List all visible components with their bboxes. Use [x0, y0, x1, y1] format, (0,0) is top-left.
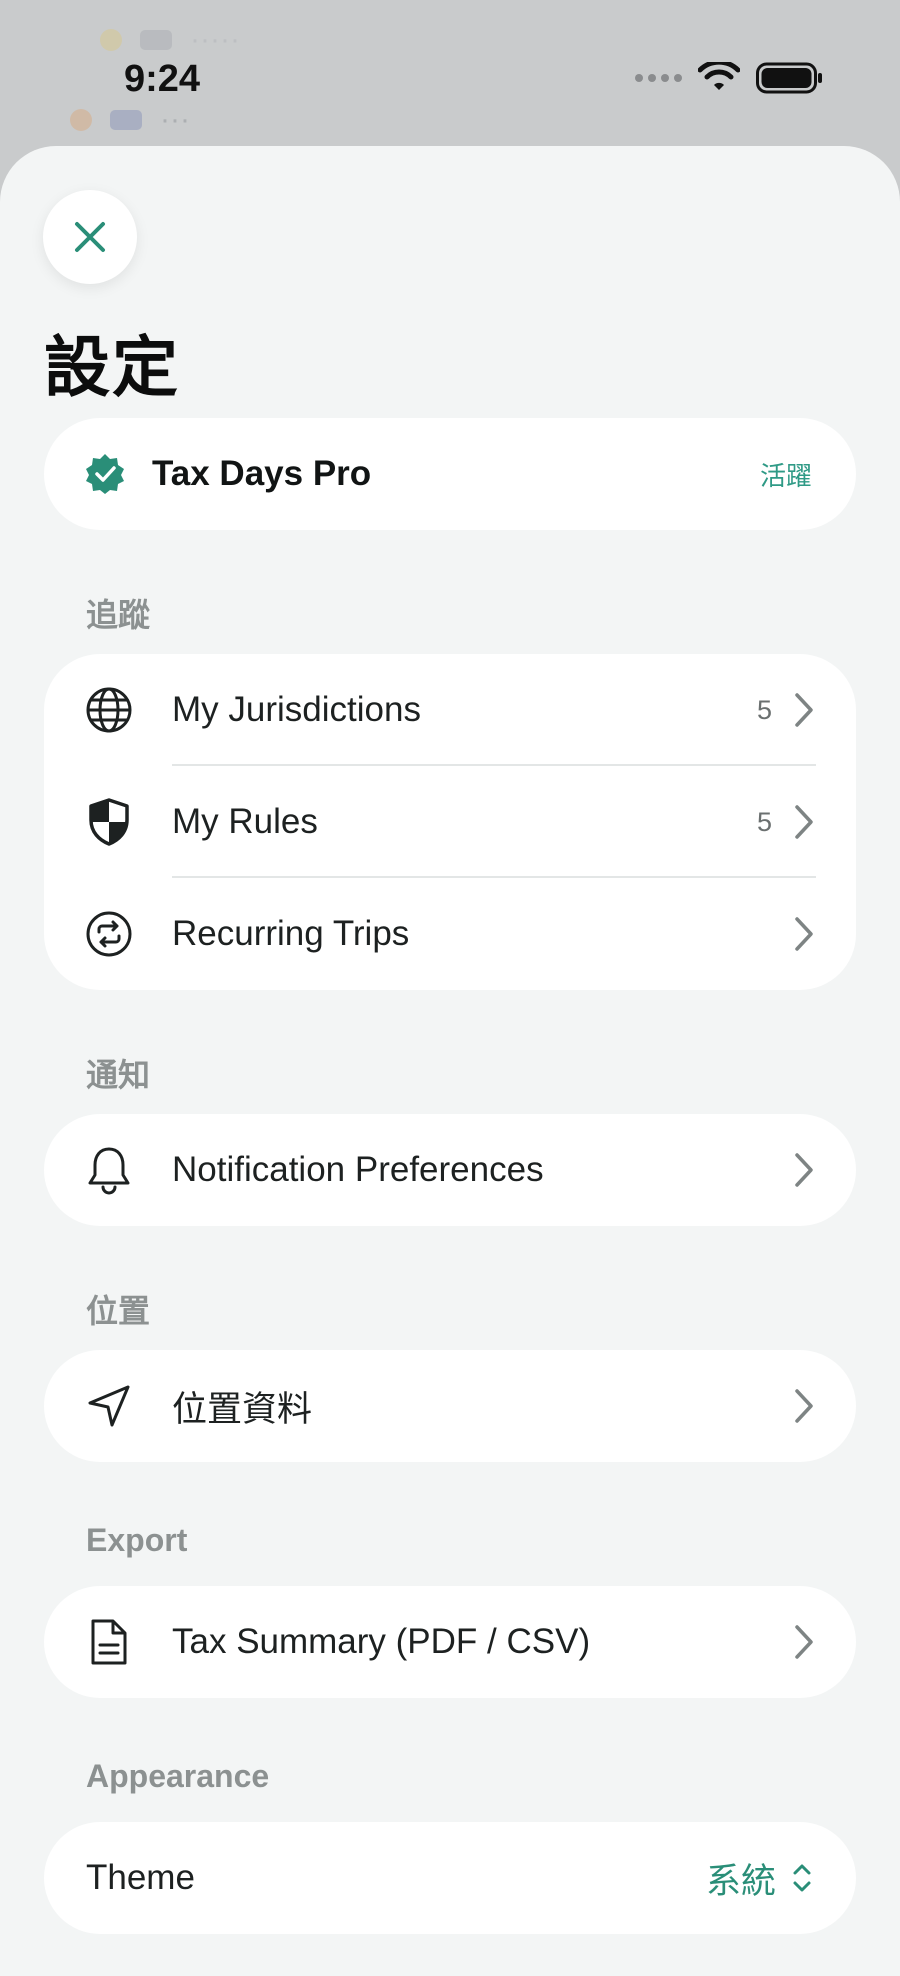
section-label-tracking: 追蹤	[86, 597, 151, 633]
shield-icon	[89, 798, 129, 846]
pro-card[interactable]: Tax Days Pro 活躍	[44, 418, 856, 530]
chevron-right-icon	[795, 1153, 813, 1187]
notifications-card: Notification Preferences	[44, 1114, 856, 1226]
location-data-row[interactable]: 位置資料	[44, 1350, 856, 1462]
globe-icon	[86, 687, 132, 733]
cellular-signal-icon	[635, 74, 682, 82]
location-data-label: 位置資料	[172, 1389, 313, 1429]
chevron-right-icon	[795, 917, 813, 951]
jurisdictions-label: My Jurisdictions	[172, 690, 421, 729]
close-icon	[75, 222, 105, 252]
chevron-right-icon	[795, 1625, 813, 1659]
section-label-location: 位置	[86, 1293, 151, 1329]
rules-row[interactable]: My Rules 5	[44, 766, 856, 878]
tax-summary-row[interactable]: Tax Summary (PDF / CSV)	[44, 1586, 856, 1698]
pro-status-badge: 活躍	[759, 460, 812, 491]
chevron-right-icon	[795, 805, 813, 839]
appearance-card: Theme 系統	[44, 1822, 856, 1934]
verified-badge-icon	[86, 454, 124, 494]
jurisdictions-row[interactable]: My Jurisdictions 5	[44, 654, 856, 766]
tax-summary-label: Tax Summary (PDF / CSV)	[172, 1622, 591, 1661]
wifi-icon	[698, 62, 740, 90]
page-title: 設定	[44, 330, 180, 404]
rules-label: My Rules	[172, 802, 318, 841]
rules-count: 5	[756, 806, 772, 837]
status-time: 9:24	[124, 58, 201, 100]
section-label-notifications: 通知	[86, 1057, 151, 1093]
recurring-trips-row[interactable]: Recurring Trips	[44, 878, 856, 990]
export-card: Tax Summary (PDF / CSV)	[44, 1586, 856, 1698]
recurring-trips-label: Recurring Trips	[172, 914, 410, 953]
chevron-right-icon	[795, 693, 813, 727]
location-card: 位置資料	[44, 1350, 856, 1462]
bell-icon	[88, 1147, 130, 1195]
battery-icon	[756, 62, 822, 94]
status-indicators	[635, 62, 824, 94]
status-bar: 9:24	[0, 0, 900, 150]
location-arrow-icon	[88, 1385, 130, 1427]
jurisdictions-count: 5	[756, 694, 772, 725]
theme-row[interactable]: Theme 系統	[44, 1822, 856, 1934]
tracking-card: My Jurisdictions 5 My Rules 5 Recurring …	[44, 654, 856, 990]
section-label-export: Export	[86, 1522, 188, 1558]
theme-label: Theme	[86, 1858, 195, 1897]
settings-sheet: 設定 Tax Days Pro 活躍 追蹤 My Jurisdictions 5	[0, 146, 900, 1976]
notification-preferences-label: Notification Preferences	[172, 1150, 544, 1189]
chevron-up-down-icon	[793, 1864, 811, 1892]
close-button[interactable]	[43, 190, 137, 284]
document-icon	[91, 1619, 127, 1665]
section-label-appearance: Appearance	[86, 1758, 270, 1794]
chevron-right-icon	[795, 1389, 813, 1423]
notification-preferences-row[interactable]: Notification Preferences	[44, 1114, 856, 1226]
pro-plan-name: Tax Days Pro	[152, 454, 372, 493]
repeat-icon	[86, 911, 132, 957]
theme-value[interactable]: 系統	[706, 1853, 776, 1904]
